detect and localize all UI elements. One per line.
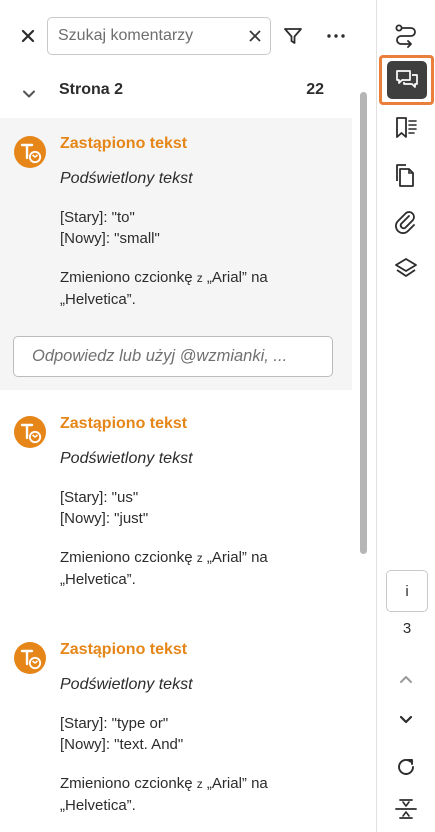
- font-change-from: „Arial” na: [206, 269, 268, 286]
- chevron-down-icon: [399, 715, 413, 724]
- fit-page-icon: [395, 799, 417, 819]
- comment-highlight: Podświetlony tekst: [60, 170, 193, 187]
- comment-title: Zastąpiono tekst: [60, 135, 188, 152]
- font-change-z: z: [196, 777, 203, 791]
- text-replace-icon: [14, 416, 46, 448]
- refresh-button[interactable]: [387, 748, 425, 786]
- layers-icon: [395, 258, 417, 277]
- previous-page-button[interactable]: [387, 660, 425, 698]
- search-input[interactable]: [58, 18, 243, 54]
- comment-font-change: Zmieniono czcionkę z „Arial” na „Helveti…: [60, 773, 330, 816]
- more-icon: [327, 34, 345, 38]
- font-change-to: „Helvetica”.: [60, 797, 136, 814]
- comment-new-text: [Nowy]: "just": [60, 510, 149, 527]
- comment-new-text: [Nowy]: "text. And": [60, 736, 184, 753]
- compare-icon: [395, 24, 416, 48]
- font-change-prefix: Zmieniono czcionkę: [60, 269, 193, 286]
- clear-icon: [249, 30, 261, 42]
- comment-old-text: [Stary]: "type or": [60, 715, 169, 732]
- comment-card[interactable]: Zastąpiono tekst Podświetlony tekst [Sta…: [0, 398, 352, 618]
- refresh-icon: [398, 759, 414, 775]
- comments-toolbar: [0, 0, 376, 72]
- search-box: [47, 17, 271, 55]
- text-replace-icon: [14, 642, 46, 674]
- layers-button[interactable]: [387, 250, 425, 288]
- comment-new-text: [Nowy]: "small": [60, 230, 160, 247]
- font-change-z: z: [196, 271, 203, 285]
- chevron-up-icon: [400, 676, 412, 683]
- reply-box: [13, 336, 333, 377]
- close-icon: [21, 29, 35, 43]
- fit-page-button[interactable]: [387, 790, 425, 828]
- next-page-button[interactable]: [387, 701, 425, 739]
- font-change-z: z: [196, 551, 203, 565]
- comment-font-change: Zmieniono czcionkę z „Arial” na „Helveti…: [60, 547, 330, 590]
- comment-old-text: [Stary]: "to": [60, 209, 135, 226]
- attachments-icon: [395, 211, 415, 234]
- comment-card[interactable]: Zastąpiono tekst Podświetlony tekst [Sta…: [0, 118, 352, 390]
- scrollbar-thumb[interactable]: [360, 92, 367, 554]
- comment-title: Zastąpiono tekst: [60, 415, 188, 432]
- page-group-header[interactable]: Strona 2 22: [0, 72, 352, 118]
- right-tool-rail: i 3: [376, 0, 435, 832]
- filter-icon: [284, 28, 302, 44]
- bookmarks-icon: [396, 117, 417, 138]
- page-group-count: 22: [306, 81, 324, 98]
- chevron-down-icon: [18, 83, 40, 105]
- more-options-button[interactable]: [321, 22, 351, 50]
- comments-panel: Strona 2 22 Zastąpiono tekst Podświetlon…: [0, 0, 376, 832]
- comment-highlight: Podświetlony tekst: [60, 676, 193, 693]
- comment-list: Zastąpiono tekst Podświetlony tekst [Sta…: [0, 118, 352, 832]
- page-group-title: Strona 2: [59, 81, 124, 98]
- comments-icon: [395, 70, 418, 88]
- font-change-from: „Arial” na: [206, 549, 268, 566]
- attachments-button[interactable]: [387, 203, 425, 241]
- current-page-indicator[interactable]: i: [386, 570, 428, 612]
- close-panel-button[interactable]: [14, 22, 42, 50]
- comment-font-change: Zmieniono czcionkę z „Arial” na „Helveti…: [60, 267, 330, 310]
- font-change-to: „Helvetica”.: [60, 291, 136, 308]
- font-change-prefix: Zmieniono czcionkę: [60, 549, 193, 566]
- text-replace-icon: [14, 136, 46, 168]
- comment-old-text: [Stary]: "us": [60, 489, 139, 506]
- page-total: 3: [402, 620, 412, 637]
- font-change-from: „Arial” na: [206, 775, 268, 792]
- font-change-to: „Helvetica”.: [60, 571, 136, 588]
- filter-button[interactable]: [279, 22, 307, 50]
- comments-button-fill: [386, 61, 427, 99]
- comment-title: Zastąpiono tekst: [60, 641, 188, 658]
- font-change-prefix: Zmieniono czcionkę: [60, 775, 193, 792]
- bookmarks-button[interactable]: [387, 109, 425, 147]
- search-clear-button[interactable]: [246, 27, 264, 45]
- comments-button[interactable]: [379, 55, 434, 105]
- pages-icon: [396, 164, 414, 187]
- compare-button[interactable]: [387, 16, 425, 54]
- comment-highlight: Podświetlony tekst: [60, 450, 193, 467]
- reply-input[interactable]: [32, 337, 328, 376]
- pages-button[interactable]: [387, 156, 425, 194]
- comment-card[interactable]: Zastąpiono tekst Podświetlony tekst [Sta…: [0, 624, 352, 832]
